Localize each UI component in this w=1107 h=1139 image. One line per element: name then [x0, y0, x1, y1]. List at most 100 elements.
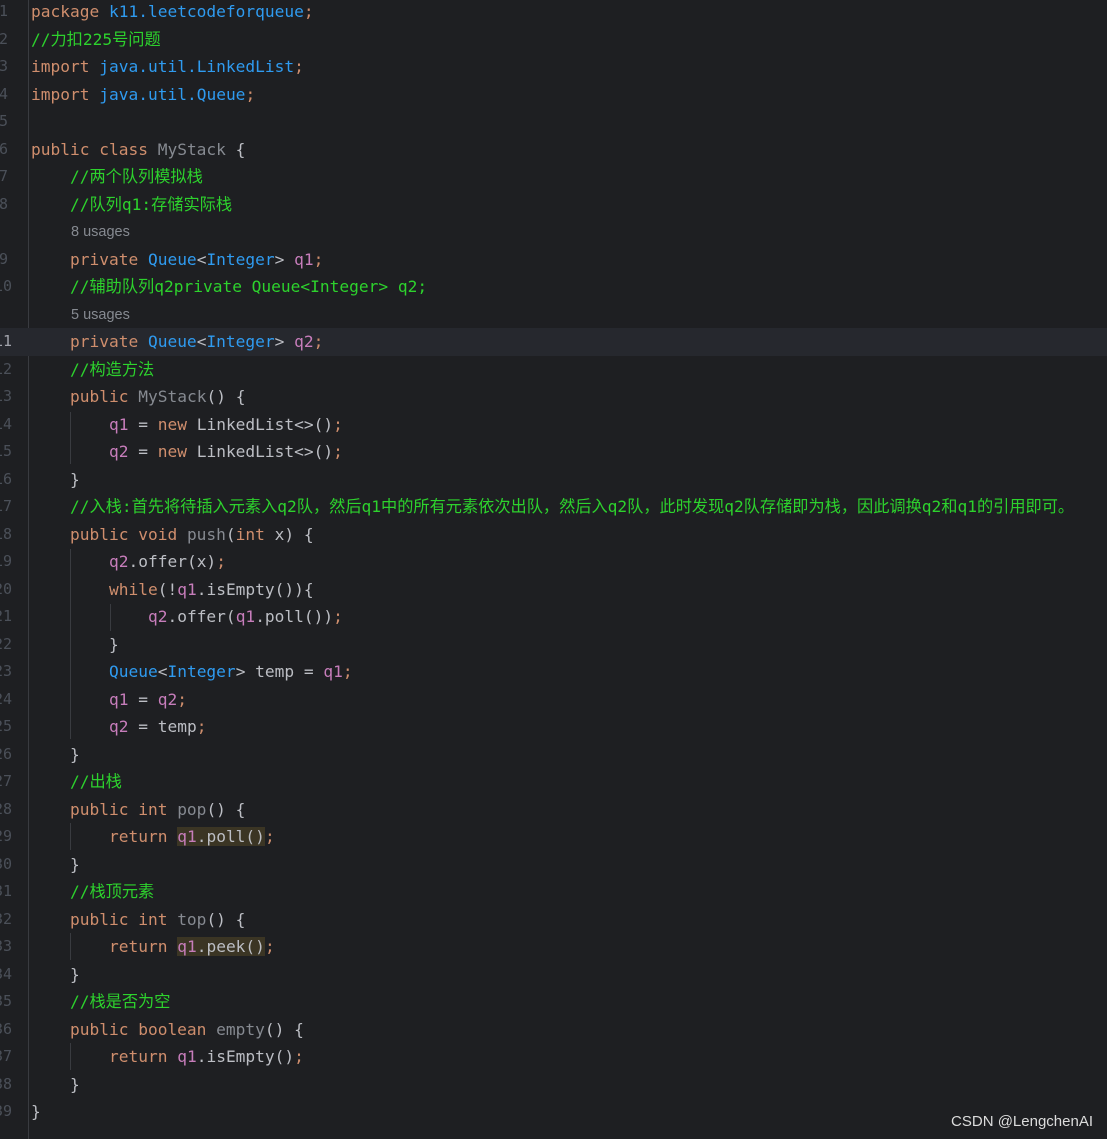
line-number[interactable]: 14 [0, 411, 12, 439]
code-text[interactable]: Queue<Integer> temp = q1; [31, 658, 353, 686]
code-text[interactable]: package k11.leetcodeforqueue; [31, 0, 314, 26]
code-text[interactable]: q2 = new LinkedList<>(); [31, 438, 343, 466]
code-text[interactable]: //力扣225号问题 [31, 26, 161, 54]
line-number[interactable]: 27 [0, 768, 12, 796]
code-line[interactable]: 27 //出栈 [0, 768, 1107, 796]
line-number[interactable]: 21 [0, 603, 12, 631]
code-line[interactable]: 6 public class MyStack { [0, 136, 1107, 164]
line-number[interactable]: 26 [0, 741, 12, 769]
code-line[interactable]: 22 } [0, 631, 1107, 659]
code-line[interactable]: 39} [0, 1098, 1107, 1126]
code-line[interactable]: 1 package k11.leetcodeforqueue; [0, 0, 1107, 26]
code-text[interactable]: while(!q1.isEmpty()){ [31, 576, 314, 604]
line-number[interactable]: 29 [0, 823, 12, 851]
line-number[interactable]: 16 [0, 466, 12, 494]
code-text[interactable]: //栈是否为空 [31, 988, 170, 1016]
code-text[interactable]: return q1.peek(); [31, 933, 275, 961]
code-line[interactable]: 18 public void push(int x) { [0, 521, 1107, 549]
code-line[interactable]: 5 [0, 108, 1107, 136]
code-text[interactable]: } [31, 851, 80, 879]
code-line[interactable]: 12 //构造方法 [0, 356, 1107, 384]
line-number[interactable]: 31 [0, 878, 12, 906]
code-line[interactable]: 4 import java.util.Queue; [0, 81, 1107, 109]
line-number[interactable]: 4 [0, 81, 8, 109]
usages-hint[interactable]: 8 usages [71, 220, 130, 244]
line-number[interactable]: 15 [0, 438, 12, 466]
code-line[interactable]: 23 Queue<Integer> temp = q1; [0, 658, 1107, 686]
line-number[interactable]: 12 [0, 356, 12, 384]
code-text[interactable]: q2.offer(q1.poll()); [31, 603, 343, 631]
line-number[interactable]: 35 [0, 988, 12, 1016]
line-number[interactable]: 25 [0, 713, 12, 741]
line-number[interactable]: 6 [0, 136, 8, 164]
code-line[interactable]: 25 q2 = temp; [0, 713, 1107, 741]
code-text[interactable]: //两个队列模拟栈 [31, 163, 203, 191]
line-number[interactable]: 10 [0, 273, 12, 301]
code-line[interactable]: 35 //栈是否为空 [0, 988, 1107, 1016]
code-line[interactable]: 31 //栈顶元素 [0, 878, 1107, 906]
line-number[interactable]: 9 [0, 246, 8, 274]
code-text[interactable]: } [31, 961, 80, 989]
code-text[interactable]: public boolean empty() { [31, 1016, 304, 1044]
code-text[interactable]: //构造方法 [31, 356, 154, 384]
code-text[interactable]: public MyStack() { [31, 383, 245, 411]
code-editor[interactable]: 1 package k11.leetcodeforqueue; 2 //力扣225号问… [0, 0, 1107, 1139]
code-line[interactable]: 26 } [0, 741, 1107, 769]
code-line[interactable]: 3 import java.util.LinkedList; [0, 53, 1107, 81]
code-line[interactable]: 2 //力扣225号问题 [0, 26, 1107, 54]
code-line[interactable]: 10 //辅助队列q2private Queue<Integer> q2; [0, 273, 1107, 301]
code-text[interactable]: } [31, 741, 80, 769]
code-text[interactable]: return q1.isEmpty(); [31, 1043, 304, 1071]
code-text[interactable]: public int pop() { [31, 796, 245, 824]
code-text[interactable]: //出栈 [31, 768, 122, 796]
code-text[interactable]: } [31, 1071, 80, 1099]
code-line[interactable]: 13 public MyStack() { [0, 383, 1107, 411]
line-number[interactable]: 30 [0, 851, 12, 879]
line-number[interactable]: 37 [0, 1043, 12, 1071]
line-number[interactable]: 17 [0, 493, 12, 521]
line-number[interactable]: 1 [0, 0, 8, 26]
code-text[interactable]: } [31, 1098, 41, 1126]
code-text[interactable]: //队列q1:存储实际栈 [31, 191, 232, 219]
code-text[interactable]: public void push(int x) { [31, 521, 314, 549]
code-line[interactable]: 28 public int pop() { [0, 796, 1107, 824]
code-text[interactable]: private Queue<Integer> q2; [31, 328, 323, 356]
line-number[interactable]: 3 [0, 53, 8, 81]
line-number[interactable]: 24 [0, 686, 12, 714]
code-line[interactable]: 34 } [0, 961, 1107, 989]
usages-hint[interactable]: 5 usages [71, 303, 130, 327]
code-text[interactable]: } [31, 631, 119, 659]
code-line[interactable]: 30 } [0, 851, 1107, 879]
code-text[interactable]: } [31, 466, 80, 494]
code-line[interactable]: 20 while(!q1.isEmpty()){ [0, 576, 1107, 604]
line-number[interactable]: 22 [0, 631, 12, 659]
code-line[interactable]: 29 return q1.poll(); [0, 823, 1107, 851]
line-number[interactable]: 32 [0, 906, 12, 934]
line-number[interactable]: 23 [0, 658, 12, 686]
code-text[interactable]: import java.util.LinkedList; [31, 53, 304, 81]
code-line[interactable]: 32 public int top() { [0, 906, 1107, 934]
line-number[interactable]: 38 [0, 1071, 12, 1099]
code-line[interactable]: 33 return q1.peek(); [0, 933, 1107, 961]
code-line[interactable]: 9 private Queue<Integer> q1; [0, 246, 1107, 274]
line-number[interactable]: 7 [0, 163, 8, 191]
code-line[interactable]: 38 } [0, 1071, 1107, 1099]
code-text[interactable]: //辅助队列q2private Queue<Integer> q2; [31, 273, 427, 301]
code-line[interactable]: 8 //队列q1:存储实际栈 [0, 191, 1107, 219]
line-number[interactable]: 20 [0, 576, 12, 604]
code-line[interactable]: 24 q1 = q2; [0, 686, 1107, 714]
line-number[interactable]: 13 [0, 383, 12, 411]
line-number[interactable]: 36 [0, 1016, 12, 1044]
code-line[interactable]: 19 q2.offer(x); [0, 548, 1107, 576]
line-number[interactable]: 33 [0, 933, 12, 961]
code-line[interactable]: 7 //两个队列模拟栈 [0, 163, 1107, 191]
code-line[interactable]: 36 public boolean empty() { [0, 1016, 1107, 1044]
code-text[interactable]: q1 = new LinkedList<>(); [31, 411, 343, 439]
current-code-line[interactable]: 11 private Queue<Integer> q2; [0, 328, 1107, 356]
line-number[interactable]: 2 [0, 26, 8, 54]
line-number[interactable]: 11 [0, 328, 12, 356]
code-line[interactable]: 21 q2.offer(q1.poll()); [0, 603, 1107, 631]
code-line[interactable]: 14 q1 = new LinkedList<>(); [0, 411, 1107, 439]
code-text[interactable]: q2 = temp; [31, 713, 206, 741]
code-text[interactable]: //入栈:首先将待插入元素入q2队，然后q1中的所有元素依次出队，然后入q2队，… [31, 493, 1074, 521]
